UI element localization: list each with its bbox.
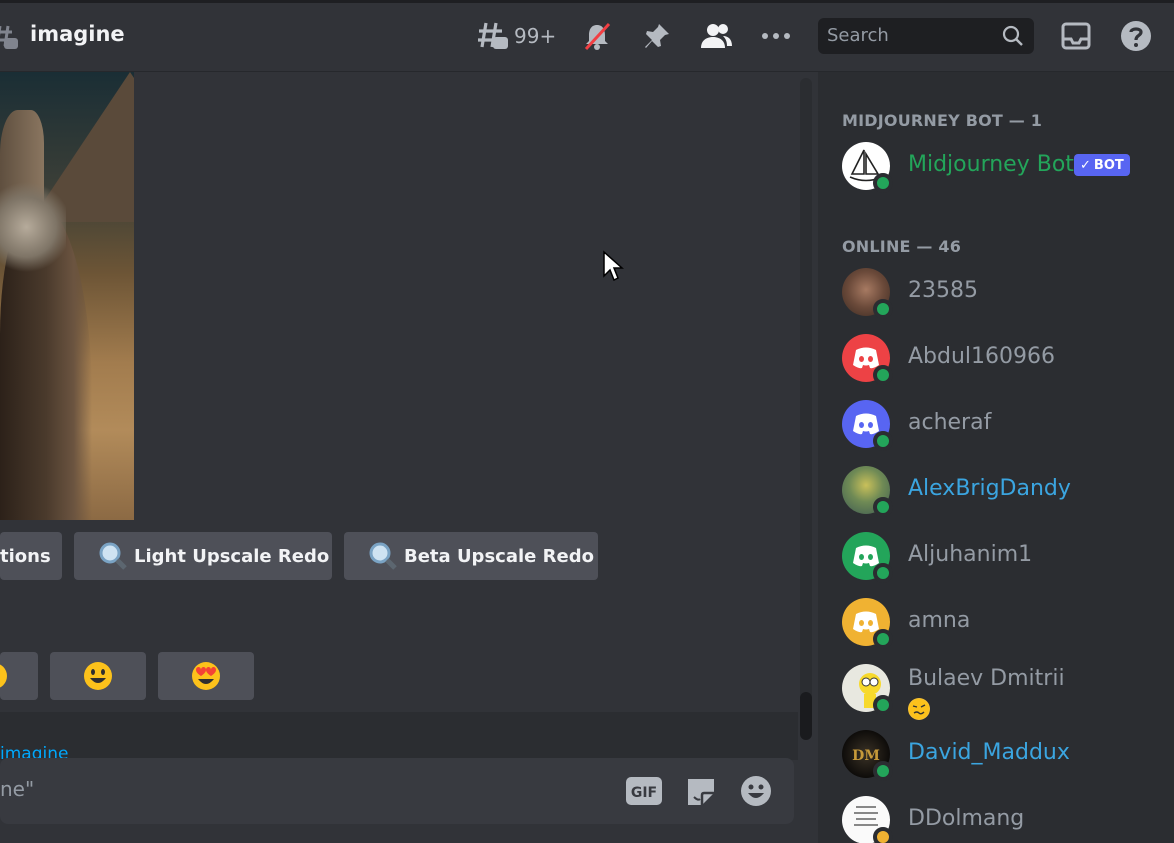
member-item[interactable]: amna bbox=[842, 598, 1162, 654]
emoji-picker-icon[interactable] bbox=[740, 775, 772, 807]
inbox-button[interactable] bbox=[1058, 18, 1094, 54]
neutral-face-emoji-icon bbox=[0, 664, 7, 688]
member-name: acheraf bbox=[908, 410, 992, 435]
member-midjourney-bot[interactable]: Midjourney Bot ✓ BOT bbox=[842, 142, 1162, 198]
sticker-icon[interactable] bbox=[686, 775, 716, 807]
online-status-indicator bbox=[873, 629, 893, 649]
heart-eyes-emoji-icon bbox=[192, 662, 220, 690]
magnifier-icon bbox=[369, 542, 397, 570]
variations-button-label: tions bbox=[0, 545, 51, 567]
more-options-button[interactable] bbox=[760, 18, 792, 54]
chat-area: tions Light Upscale Redo Beta Upscale Re… bbox=[0, 72, 818, 843]
member-item[interactable]: Abdul160966 bbox=[842, 334, 1162, 390]
member-name: Aljuhanim1 bbox=[908, 542, 1033, 567]
online-status-indicator bbox=[873, 761, 893, 781]
reply-context-bar bbox=[0, 712, 798, 760]
chat-scrollbar-thumb[interactable] bbox=[800, 692, 812, 740]
online-status-indicator bbox=[873, 173, 893, 193]
online-status-indicator bbox=[873, 299, 893, 319]
pin-icon bbox=[645, 24, 669, 48]
online-status-indicator bbox=[873, 431, 893, 451]
gif-icon[interactable]: GIF bbox=[626, 775, 662, 807]
verified-check-icon: ✓ bbox=[1080, 157, 1091, 173]
svg-text:GIF: GIF bbox=[631, 785, 657, 801]
threads-icon bbox=[478, 22, 508, 49]
reaction-button[interactable] bbox=[158, 652, 254, 700]
online-status-indicator bbox=[873, 497, 893, 517]
member-item[interactable]: 23585 bbox=[842, 268, 1162, 324]
grinning-face-emoji-icon bbox=[84, 662, 112, 690]
search-icon bbox=[1002, 25, 1023, 46]
magnifier-icon bbox=[99, 542, 127, 570]
member-name: Abdul160966 bbox=[908, 344, 1056, 369]
channel-name: imagine bbox=[30, 22, 125, 46]
threads-channel-icon bbox=[0, 25, 18, 49]
member-list-button[interactable] bbox=[698, 18, 734, 54]
online-status-indicator bbox=[873, 695, 893, 715]
member-name: Bulaev Dmitrii bbox=[908, 666, 1065, 691]
light-upscale-redo-button[interactable]: Light Upscale Redo bbox=[74, 532, 332, 580]
help-button[interactable] bbox=[1118, 18, 1154, 54]
inbox-icon bbox=[1061, 22, 1091, 50]
message-input-placeholder: ne" bbox=[0, 777, 35, 801]
more-icon bbox=[762, 33, 790, 39]
mouse-cursor-icon bbox=[603, 250, 624, 282]
beta-upscale-redo-button[interactable]: Beta Upscale Redo bbox=[344, 532, 598, 580]
member-item[interactable]: Bulaev Dmitrii bbox=[842, 664, 1162, 724]
variations-button[interactable]: tions bbox=[0, 532, 62, 580]
threads-button[interactable]: 99+ bbox=[476, 18, 556, 54]
svg-text:DM: DM bbox=[852, 748, 880, 764]
member-list: MIDJOURNEY BOT — 1 Midjourney Bot ✓ BOT … bbox=[818, 72, 1174, 843]
member-name: David_Maddux bbox=[908, 740, 1070, 765]
woozy-face-emoji-icon bbox=[909, 699, 929, 719]
chat-scrollbar[interactable] bbox=[800, 78, 812, 740]
member-item[interactable]: DM David_Maddux bbox=[842, 730, 1162, 786]
generated-image[interactable] bbox=[0, 72, 134, 520]
custom-status-emoji bbox=[908, 698, 930, 720]
beta-upscale-redo-label: Beta Upscale Redo bbox=[404, 545, 594, 567]
online-status-indicator bbox=[873, 563, 893, 583]
image-figure-head bbox=[0, 182, 66, 272]
notification-settings-button[interactable] bbox=[580, 18, 614, 54]
members-icon bbox=[701, 24, 732, 48]
reaction-button[interactable] bbox=[0, 652, 38, 700]
bell-muted-icon bbox=[584, 22, 611, 51]
member-name: DDolmang bbox=[908, 806, 1025, 831]
member-name: amna bbox=[908, 608, 971, 633]
help-icon bbox=[1121, 21, 1151, 51]
member-item[interactable]: acheraf bbox=[842, 400, 1162, 456]
member-section-bot: MIDJOURNEY BOT — 1 bbox=[842, 111, 1043, 130]
light-upscale-redo-label: Light Upscale Redo bbox=[134, 545, 330, 567]
member-section-online: ONLINE — 46 bbox=[842, 237, 962, 256]
bot-tag: ✓ BOT bbox=[1074, 154, 1130, 176]
member-name: Midjourney Bot bbox=[908, 152, 1074, 177]
member-item[interactable]: AlexBrigDandy bbox=[842, 466, 1162, 522]
channel-header: imagine 99+ Search bbox=[0, 0, 1174, 72]
bot-tag-label: BOT bbox=[1093, 157, 1124, 173]
online-status-indicator bbox=[873, 365, 893, 385]
member-name: 23585 bbox=[908, 278, 978, 303]
threads-count: 99+ bbox=[514, 24, 557, 48]
search-input[interactable]: Search bbox=[818, 18, 1034, 54]
member-item[interactable]: Aljuhanim1 bbox=[842, 532, 1162, 588]
idle-status-indicator bbox=[873, 827, 893, 843]
pinned-messages-button[interactable] bbox=[640, 18, 674, 54]
window-top-border bbox=[0, 0, 1174, 3]
member-item[interactable]: DDolmang bbox=[842, 796, 1162, 843]
member-name: AlexBrigDandy bbox=[908, 476, 1071, 501]
message-input[interactable]: ne" GIF bbox=[0, 758, 794, 824]
search-placeholder: Search bbox=[827, 25, 889, 46]
reaction-button[interactable] bbox=[50, 652, 146, 700]
